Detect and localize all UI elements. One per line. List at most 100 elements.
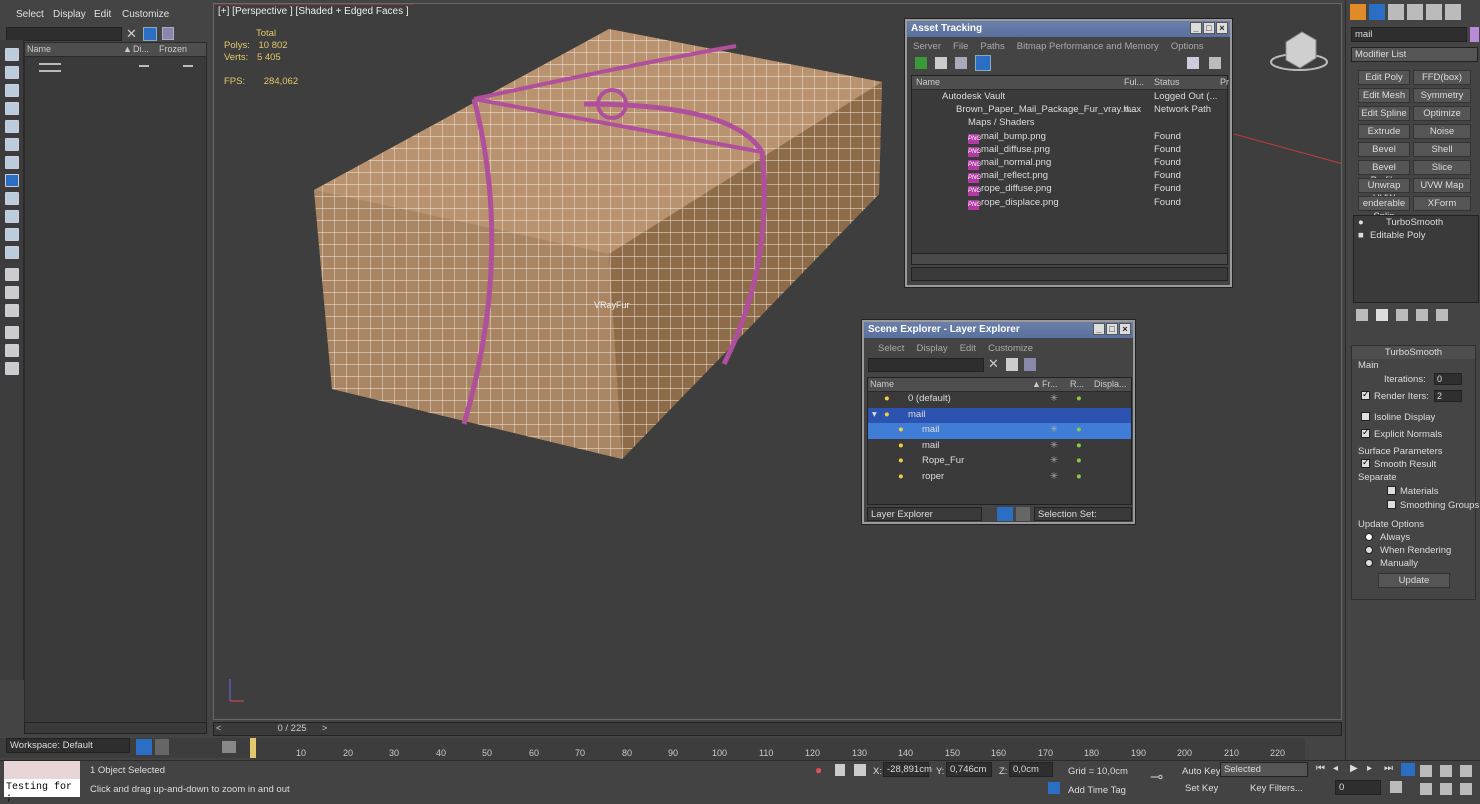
go-to-start-icon[interactable]: ⏮ <box>1316 763 1330 776</box>
expand-icon[interactable]: ■ <box>1358 230 1364 241</box>
explicit-normals-checkbox[interactable] <box>1361 427 1370 438</box>
motion-tab-icon[interactable] <box>1407 4 1423 20</box>
menu-paths[interactable]: Paths <box>980 41 1004 52</box>
render-iters-spinner[interactable]: 2 <box>1434 390 1462 402</box>
menu-display[interactable]: Display <box>916 343 947 354</box>
lightbulb-icon[interactable]: ● <box>884 409 890 420</box>
prev-key-icon[interactable]: ◂ <box>1333 763 1347 776</box>
zoom-all-icon[interactable] <box>1440 765 1452 777</box>
key-filters-button[interactable]: Key Filters... <box>1250 783 1303 794</box>
modifier-button[interactable]: Symmetry <box>1413 88 1471 103</box>
horizontal-scrollbar[interactable] <box>912 253 1227 264</box>
lightbulb-icon[interactable]: ● <box>898 424 904 435</box>
show-end-result-icon[interactable] <box>1376 309 1388 321</box>
menu-edit[interactable]: Edit <box>94 9 111 20</box>
z-coordinate-field[interactable]: 0,0cm <box>1009 762 1053 777</box>
selection-set-dropdown[interactable]: Selection Set: <box>1034 507 1132 521</box>
tool-icon[interactable] <box>5 210 19 223</box>
tool-icon[interactable] <box>5 268 19 281</box>
lightbulb-icon[interactable]: ● <box>1358 217 1364 228</box>
table-row[interactable]: PNGrope_displace.png Found <box>912 196 1227 210</box>
col-name[interactable]: Name <box>916 77 940 87</box>
col-display[interactable]: Di... <box>133 44 149 54</box>
curve-editor-icon[interactable] <box>222 741 236 753</box>
menu-select[interactable]: Select <box>16 9 44 20</box>
tool-icon[interactable] <box>5 138 19 151</box>
modifier-button[interactable]: enderable Splin <box>1358 196 1410 222</box>
tool-icon[interactable] <box>5 228 19 241</box>
display-tab-icon[interactable] <box>1426 4 1442 20</box>
freeze-icon[interactable]: ✳ <box>1050 455 1058 466</box>
tool-icon[interactable] <box>5 192 19 205</box>
modifier-button[interactable]: Noise <box>1413 124 1471 139</box>
stack-item-turbosmooth[interactable]: ● TurboSmooth <box>1354 216 1478 229</box>
clear-search-icon[interactable]: ✕ <box>988 356 999 372</box>
minimize-icon[interactable]: _ <box>1093 323 1105 335</box>
menu-display[interactable]: Display <box>53 9 86 20</box>
list-icon[interactable] <box>935 57 947 69</box>
freeze-icon[interactable]: ✳ <box>1050 440 1058 451</box>
object-color-swatch[interactable] <box>1470 27 1479 42</box>
asset-tracking-titlebar[interactable]: Asset Tracking _ □ × <box>907 21 1230 37</box>
tool-icon[interactable] <box>5 174 19 187</box>
table-row[interactable]: PNGmail_normal.png Found <box>912 156 1227 170</box>
table-row[interactable]: PNGmail_reflect.png Found <box>912 169 1227 184</box>
menu-customize[interactable]: Customize <box>122 9 169 20</box>
menu-customize[interactable]: Customize <box>988 343 1033 354</box>
table-row[interactable]: Maps / Shaders <box>912 116 1227 129</box>
modifier-button[interactable]: Bevel <box>1358 142 1410 157</box>
modifier-button[interactable]: UVW Map <box>1413 178 1471 193</box>
pin-stack-icon[interactable] <box>1356 309 1368 321</box>
minimize-icon[interactable]: _ <box>1190 22 1202 34</box>
teapot-icon[interactable]: ● <box>1076 455 1082 466</box>
zoom-extents-icon[interactable] <box>1460 765 1472 777</box>
funnel-icon[interactable] <box>5 326 19 339</box>
transform-mode-icon[interactable] <box>854 764 866 776</box>
layer-row[interactable]: ● mail ✳ ● <box>868 439 1131 455</box>
lightbulb-icon[interactable]: ● <box>898 440 904 451</box>
settings-icon[interactable] <box>1209 57 1221 69</box>
freeze-icon[interactable]: ✳ <box>1050 424 1058 435</box>
isolate-icon[interactable]: ● <box>815 763 822 777</box>
layers-icon[interactable] <box>162 27 174 40</box>
maxscript-input[interactable]: Testing for ; <box>4 779 80 804</box>
next-frame-icon[interactable]: > <box>322 723 327 733</box>
explorer-scrollbar[interactable] <box>24 722 207 734</box>
layer-row[interactable]: ● mail ✳ ● <box>868 423 1131 439</box>
when-rendering-radio[interactable] <box>1365 546 1373 554</box>
help-icon[interactable] <box>1187 57 1199 69</box>
teapot-icon[interactable]: ● <box>1076 424 1082 435</box>
modifier-button[interactable]: Extrude <box>1358 124 1410 139</box>
y-coordinate-field[interactable]: 0,746cm <box>946 762 992 777</box>
key-icon[interactable]: ⊸ <box>1150 767 1163 787</box>
maximize-icon[interactable]: □ <box>1203 22 1215 34</box>
add-time-tag[interactable]: Add Time Tag <box>1068 785 1126 796</box>
key-mode-icon[interactable] <box>1401 763 1415 776</box>
scene-explorer-titlebar[interactable]: Scene Explorer - Layer Explorer _ □ × <box>864 322 1133 338</box>
freeze-icon[interactable]: ✳ <box>1050 393 1058 404</box>
lightbulb-icon[interactable]: ● <box>884 393 890 404</box>
fov-icon[interactable] <box>1420 783 1432 795</box>
object-name-field[interactable]: mail <box>1351 27 1467 42</box>
smooth-result-checkbox[interactable] <box>1361 457 1370 468</box>
time-marker[interactable] <box>250 738 256 758</box>
col-display[interactable]: Displa... <box>1094 379 1127 389</box>
search-input[interactable] <box>868 358 984 372</box>
asset-path-field[interactable] <box>911 267 1228 281</box>
menu-bitmap[interactable]: Bitmap Performance and Memory <box>1017 41 1159 52</box>
current-frame-field[interactable]: 0 <box>1335 780 1381 795</box>
tool-icon[interactable] <box>5 156 19 169</box>
menu-edit[interactable]: Edit <box>960 343 976 354</box>
tool-icon[interactable] <box>5 102 19 115</box>
modify-tab-icon[interactable] <box>1369 4 1385 20</box>
prev-frame-icon[interactable]: < <box>216 723 221 733</box>
layers-icon[interactable] <box>1024 358 1036 371</box>
table-row[interactable]: PNGmail_bump.png Found <box>912 130 1227 144</box>
modifier-button[interactable]: Bevel Profile <box>1358 160 1410 186</box>
manually-radio[interactable] <box>1365 559 1373 567</box>
filter-icon[interactable] <box>1006 358 1018 371</box>
zoom-icon[interactable] <box>1420 765 1432 777</box>
layer-row[interactable]: ● 0 (default) ✳ ● <box>868 392 1131 408</box>
col-render[interactable]: R... <box>1070 379 1084 389</box>
col-proxy[interactable]: Pr <box>1220 77 1229 87</box>
